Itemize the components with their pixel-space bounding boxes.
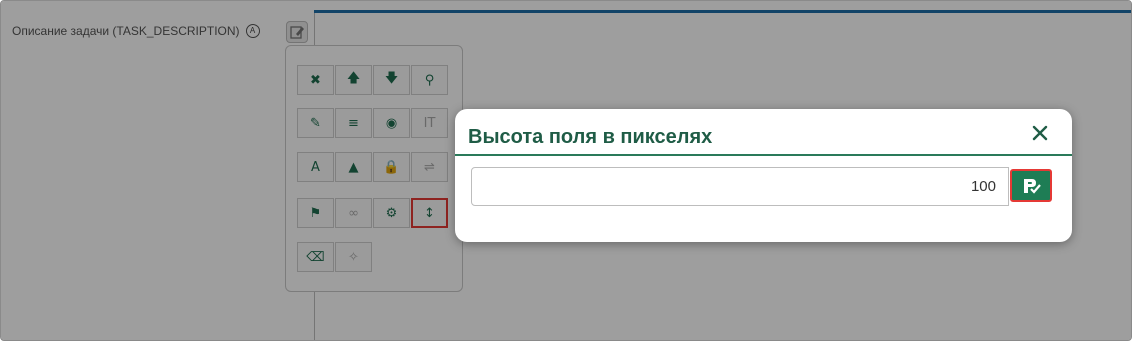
close-icon[interactable]: [1030, 123, 1050, 143]
dialog-divider: [455, 154, 1072, 156]
apply-icon: [1024, 178, 1041, 194]
editor-frame: Описание задачи (TASK_DESCRIPTION) A ✖ 🡅 🡇 ⚲…: [0, 0, 1132, 341]
dialog-title: Высота поля в пикселях: [468, 126, 713, 148]
apply-button[interactable]: [1010, 169, 1052, 202]
field-height-input[interactable]: [471, 167, 1009, 206]
field-height-dialog: Высота поля в пикселях: [455, 109, 1072, 242]
